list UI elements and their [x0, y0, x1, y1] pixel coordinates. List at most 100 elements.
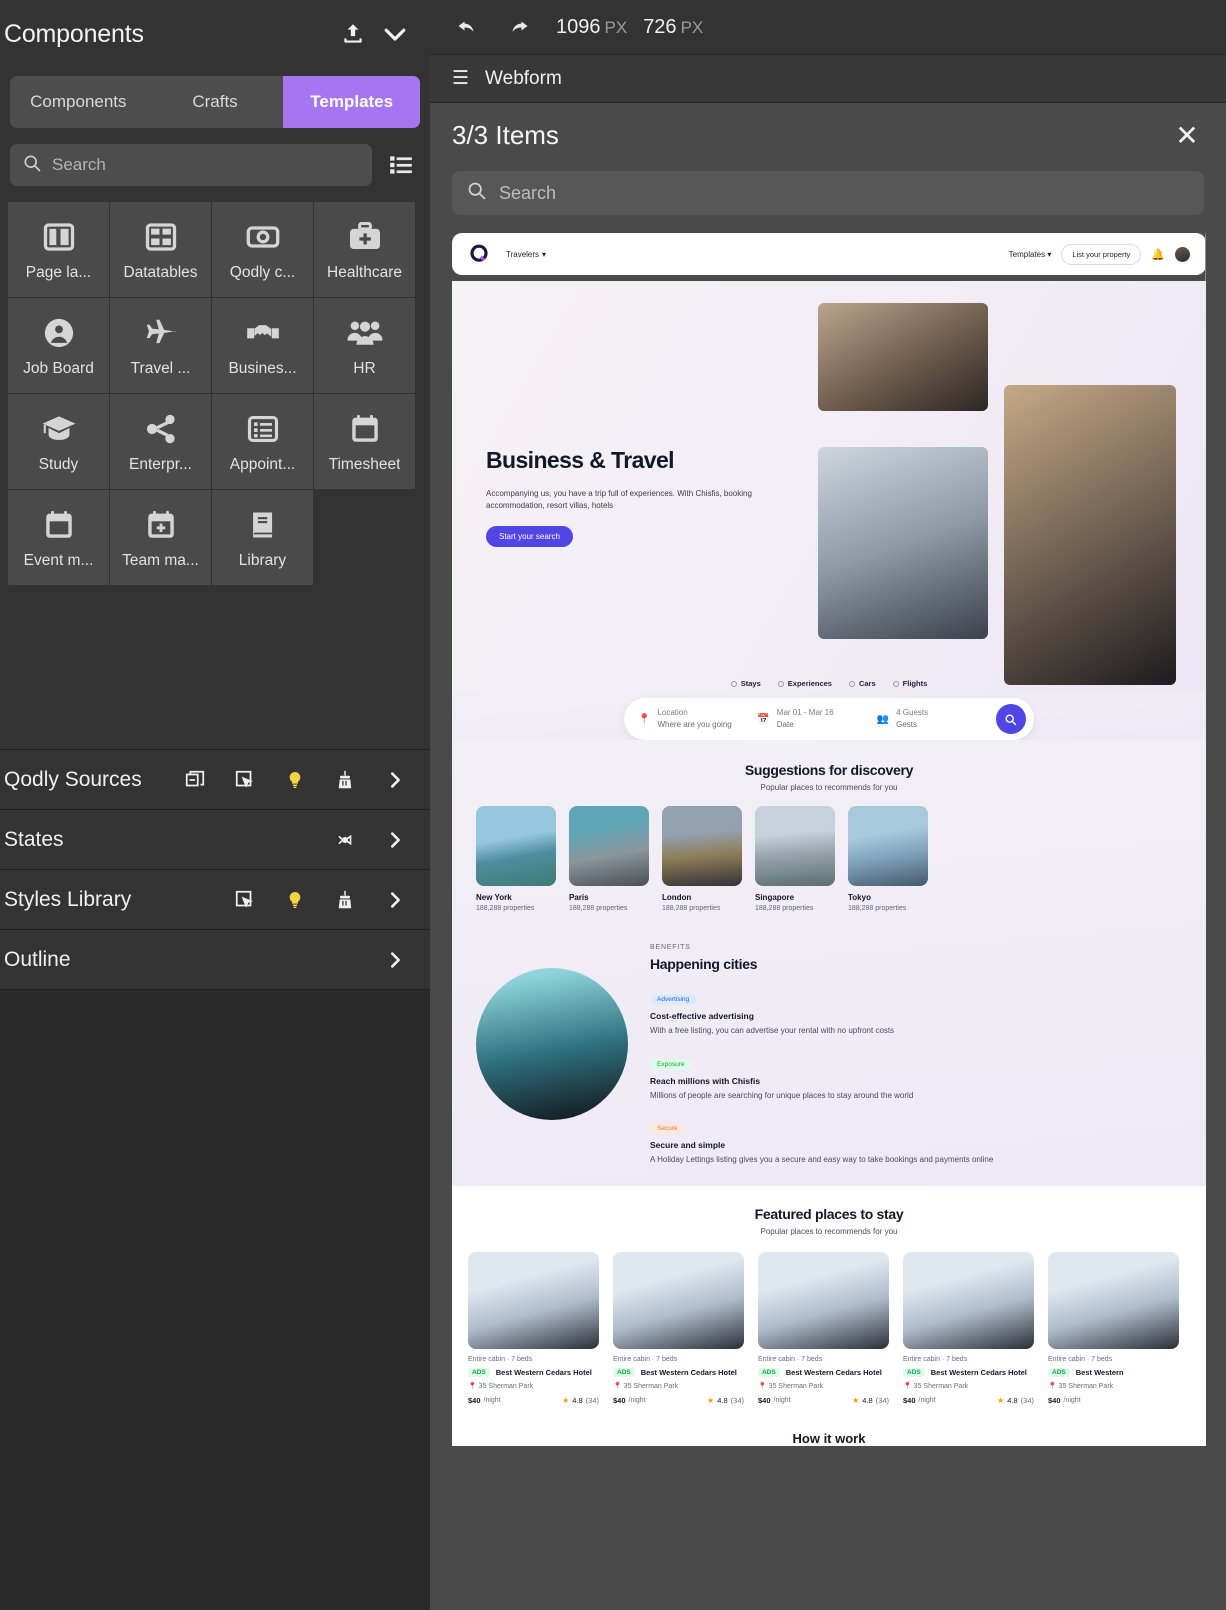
section-states[interactable]: States — [0, 810, 430, 870]
select-icon[interactable] — [220, 762, 270, 798]
template-label: Team ma... — [122, 552, 199, 569]
bell-icon[interactable]: 🔔 — [1151, 248, 1165, 261]
template-tile-healthcare[interactable]: Healthcare — [314, 202, 415, 297]
avatar[interactable] — [1175, 246, 1190, 262]
search-field-guests[interactable]: 👥 4 Guests Gests — [877, 707, 996, 730]
city-image — [848, 806, 928, 886]
tab-crafts[interactable]: Crafts — [147, 76, 284, 128]
template-tile-team-management[interactable]: Team ma... — [110, 490, 211, 585]
place-address: 📍 35 Sherman Park — [758, 1382, 824, 1390]
city-card[interactable]: London 188,288 properties — [662, 806, 742, 912]
search-tab-cars[interactable]: Cars — [848, 679, 876, 688]
chevron-right-icon[interactable] — [370, 942, 420, 978]
template-tile-appointments[interactable]: Appoint... — [212, 394, 313, 489]
undo-icon[interactable] — [452, 12, 482, 42]
radio-icon — [848, 680, 855, 687]
tab-templates[interactable]: Templates — [283, 76, 420, 128]
radio-icon — [892, 680, 899, 687]
template-tile-travel[interactable]: Travel ... — [110, 298, 211, 393]
brush-icon[interactable] — [320, 762, 370, 798]
state-node-icon[interactable] — [320, 822, 370, 858]
benefit-item: Exposure Reach millions with Chisfis Mil… — [650, 1053, 1182, 1102]
search-tab-flights[interactable]: Flights — [892, 679, 927, 688]
section-qodly-sources[interactable]: Qodly Sources — [0, 750, 430, 810]
place-name: Best Western Cedars Hotel — [785, 1367, 882, 1377]
canvas-height[interactable]: 726 PX — [643, 16, 703, 39]
upload-icon[interactable] — [332, 13, 374, 55]
chevron-right-icon[interactable] — [370, 822, 420, 858]
duplicate-icon[interactable] — [170, 762, 220, 798]
place-meta: Entire cabin · 7 beds — [1048, 1355, 1113, 1363]
place-card[interactable]: Entire cabin · 7 beds ADS Best Western C… — [903, 1251, 1034, 1405]
select-icon[interactable] — [220, 882, 270, 918]
template-label: Library — [238, 552, 287, 569]
benefit-heading: Secure and simple — [650, 1140, 726, 1151]
items-search-container[interactable] — [452, 171, 1204, 215]
section-outline[interactable]: Outline — [0, 930, 430, 990]
city-card[interactable]: Tokyo 188,288 properties — [848, 806, 928, 912]
template-preview[interactable]: Travelers ▾ Templates ▾ List your proper… — [452, 233, 1206, 1610]
list-property-button[interactable]: List your property — [1061, 243, 1142, 265]
start-search-button[interactable]: Start your search — [486, 526, 573, 547]
bulb-icon[interactable] — [270, 882, 320, 918]
page-layout-icon — [39, 217, 79, 257]
template-tile-study[interactable]: Study — [8, 394, 109, 489]
radio-icon — [730, 680, 737, 687]
search-container[interactable] — [10, 144, 372, 186]
city-card[interactable]: Singapore 188,288 properties — [755, 806, 835, 912]
items-search-input[interactable] — [499, 182, 1190, 204]
city-list: New York 188,288 properties Paris 188,28… — [452, 792, 1206, 912]
featured-title: Featured places to stay — [754, 1205, 904, 1222]
template-tile-job-board[interactable]: Job Board — [8, 298, 109, 393]
preview-site: Travelers ▾ Templates ▾ List your proper… — [452, 233, 1206, 1610]
place-meta: Entire cabin · 7 beds — [903, 1355, 968, 1363]
place-price-row: $40 /night ★ 4.8 (34) — [468, 1396, 599, 1405]
city-card[interactable]: Paris 188,288 properties — [569, 806, 649, 912]
hamburger-icon[interactable]: ☰ — [452, 67, 469, 90]
template-label: Travel ... — [130, 360, 191, 377]
place-card[interactable]: Entire cabin · 7 beds ADS Best Western 📍… — [1048, 1251, 1179, 1405]
city-count: 188,288 properties — [848, 905, 907, 912]
template-tile-business[interactable]: Busines... — [212, 298, 313, 393]
template-tile-library[interactable]: Library — [212, 490, 313, 585]
place-price-row: $40 /night ★ 4.8 (34) — [903, 1396, 1034, 1405]
search-field-date[interactable]: 📅 Mar 01 - Mar 16 Date — [757, 707, 876, 730]
search-tab-stays[interactable]: Stays — [730, 679, 761, 688]
search-submit-button[interactable] — [995, 704, 1026, 734]
nav-travelers-link[interactable]: Travelers ▾ — [506, 250, 546, 259]
search-input[interactable] — [52, 155, 360, 175]
template-tile-qodly-cloud[interactable]: Qodly c... — [212, 202, 313, 297]
brush-icon[interactable] — [320, 882, 370, 918]
city-card[interactable]: New York 188,288 properties — [476, 806, 556, 912]
place-price: $40 — [1048, 1395, 1061, 1405]
nav-templates-link[interactable]: Templates ▾ — [1009, 250, 1052, 259]
template-tile-event-management[interactable]: Event m... — [8, 490, 109, 585]
site-search-bar[interactable]: 📍 Location Where are you going 📅 Mar 01 -… — [624, 698, 1034, 740]
place-rating: ★ 4.8 (34) — [852, 1395, 889, 1405]
canvas-width[interactable]: 1096 PX — [556, 16, 627, 39]
chevron-right-icon[interactable] — [370, 762, 420, 798]
search-field-location[interactable]: 📍 Location Where are you going — [638, 707, 757, 730]
list-view-icon[interactable] — [382, 146, 420, 184]
search-icon — [22, 153, 42, 178]
template-tile-hr[interactable]: HR — [314, 298, 415, 393]
section-styles-library[interactable]: Styles Library — [0, 870, 430, 930]
template-tile-page-layout[interactable]: Page la... — [8, 202, 109, 297]
chevron-down-icon[interactable] — [374, 13, 416, 55]
close-icon[interactable]: ✕ — [1170, 118, 1204, 152]
section-label: Outline — [4, 947, 71, 971]
search-tab-experiences[interactable]: Experiences — [777, 679, 832, 688]
tab-components[interactable]: Components — [10, 76, 147, 128]
benefit-item: Secure Secure and simple A Holiday Letti… — [650, 1117, 1182, 1166]
nav-right-group: Templates ▾ List your property 🔔 — [1009, 243, 1190, 265]
bulb-icon[interactable] — [270, 762, 320, 798]
template-tile-datatables[interactable]: Datatables — [110, 202, 211, 297]
redo-icon[interactable] — [504, 12, 534, 42]
star-icon: ★ — [562, 1395, 570, 1405]
place-card[interactable]: Entire cabin · 7 beds ADS Best Western C… — [468, 1251, 599, 1405]
place-card[interactable]: Entire cabin · 7 beds ADS Best Western C… — [758, 1251, 889, 1405]
chevron-right-icon[interactable] — [370, 882, 420, 918]
place-card[interactable]: Entire cabin · 7 beds ADS Best Western C… — [613, 1251, 744, 1405]
template-tile-timesheet[interactable]: Timesheet — [314, 394, 415, 489]
template-tile-enterprise[interactable]: Enterpr... — [110, 394, 211, 489]
